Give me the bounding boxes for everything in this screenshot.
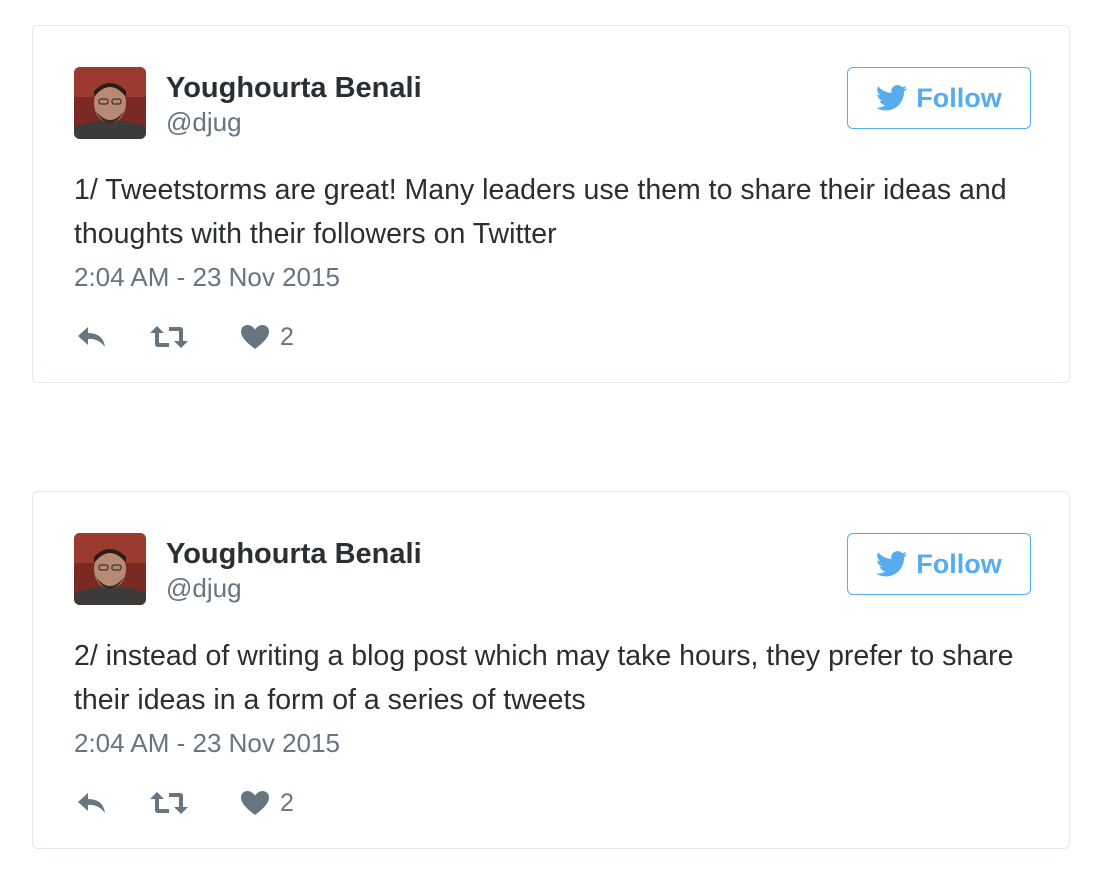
like-button[interactable]: 2 — [240, 786, 294, 820]
heart-icon — [241, 325, 269, 349]
author-name[interactable]: Youghourta Benali — [166, 70, 422, 106]
author-handle[interactable]: @djug — [166, 572, 422, 604]
like-count: 2 — [280, 323, 294, 351]
author-name[interactable]: Youghourta Benali — [166, 536, 422, 572]
retweet-icon — [150, 326, 188, 348]
like-count: 2 — [280, 789, 294, 817]
heart-icon — [241, 791, 269, 815]
follow-button[interactable]: Follow — [847, 67, 1031, 129]
tweet-card: Youghourta Benali @djug Follow 1/ Tweets… — [32, 25, 1070, 383]
twitter-bird-icon — [876, 85, 908, 111]
tweet-timestamp[interactable]: 2:04 AM - 23 Nov 2015 — [74, 262, 340, 293]
tweet-text: 1/ Tweetstorms are great! Many leaders u… — [74, 174, 1007, 250]
follow-button[interactable]: Follow — [847, 533, 1031, 595]
tweet-timestamp[interactable]: 2:04 AM - 23 Nov 2015 — [74, 728, 340, 759]
reply-icon — [78, 793, 105, 813]
retweet-icon — [150, 792, 188, 814]
reply-icon — [78, 327, 105, 347]
tweet-author[interactable]: Youghourta Benali @djug — [166, 536, 422, 604]
tweet-actions: 2 — [74, 320, 374, 354]
follow-label: Follow — [916, 82, 1002, 113]
tweet-feed: Youghourta Benali @djug Follow 1/ Tweets… — [0, 0, 1094, 876]
avatar[interactable] — [74, 533, 146, 605]
follow-label: Follow — [916, 548, 1002, 579]
tweet-actions: 2 — [74, 786, 374, 820]
avatar-image — [74, 67, 146, 139]
like-button[interactable]: 2 — [240, 320, 294, 354]
retweet-button[interactable] — [149, 786, 189, 820]
avatar[interactable] — [74, 67, 146, 139]
retweet-button[interactable] — [149, 320, 189, 354]
avatar-image — [74, 533, 146, 605]
reply-button[interactable] — [76, 320, 108, 354]
author-handle[interactable]: @djug — [166, 106, 422, 138]
tweet-author[interactable]: Youghourta Benali @djug — [166, 70, 422, 138]
tweet-text: 2/ instead of writing a blog post which … — [74, 640, 1014, 716]
reply-button[interactable] — [76, 786, 108, 820]
twitter-bird-icon — [876, 551, 908, 577]
tweet-card: Youghourta Benali @djug Follow 2/ instea… — [32, 491, 1070, 849]
